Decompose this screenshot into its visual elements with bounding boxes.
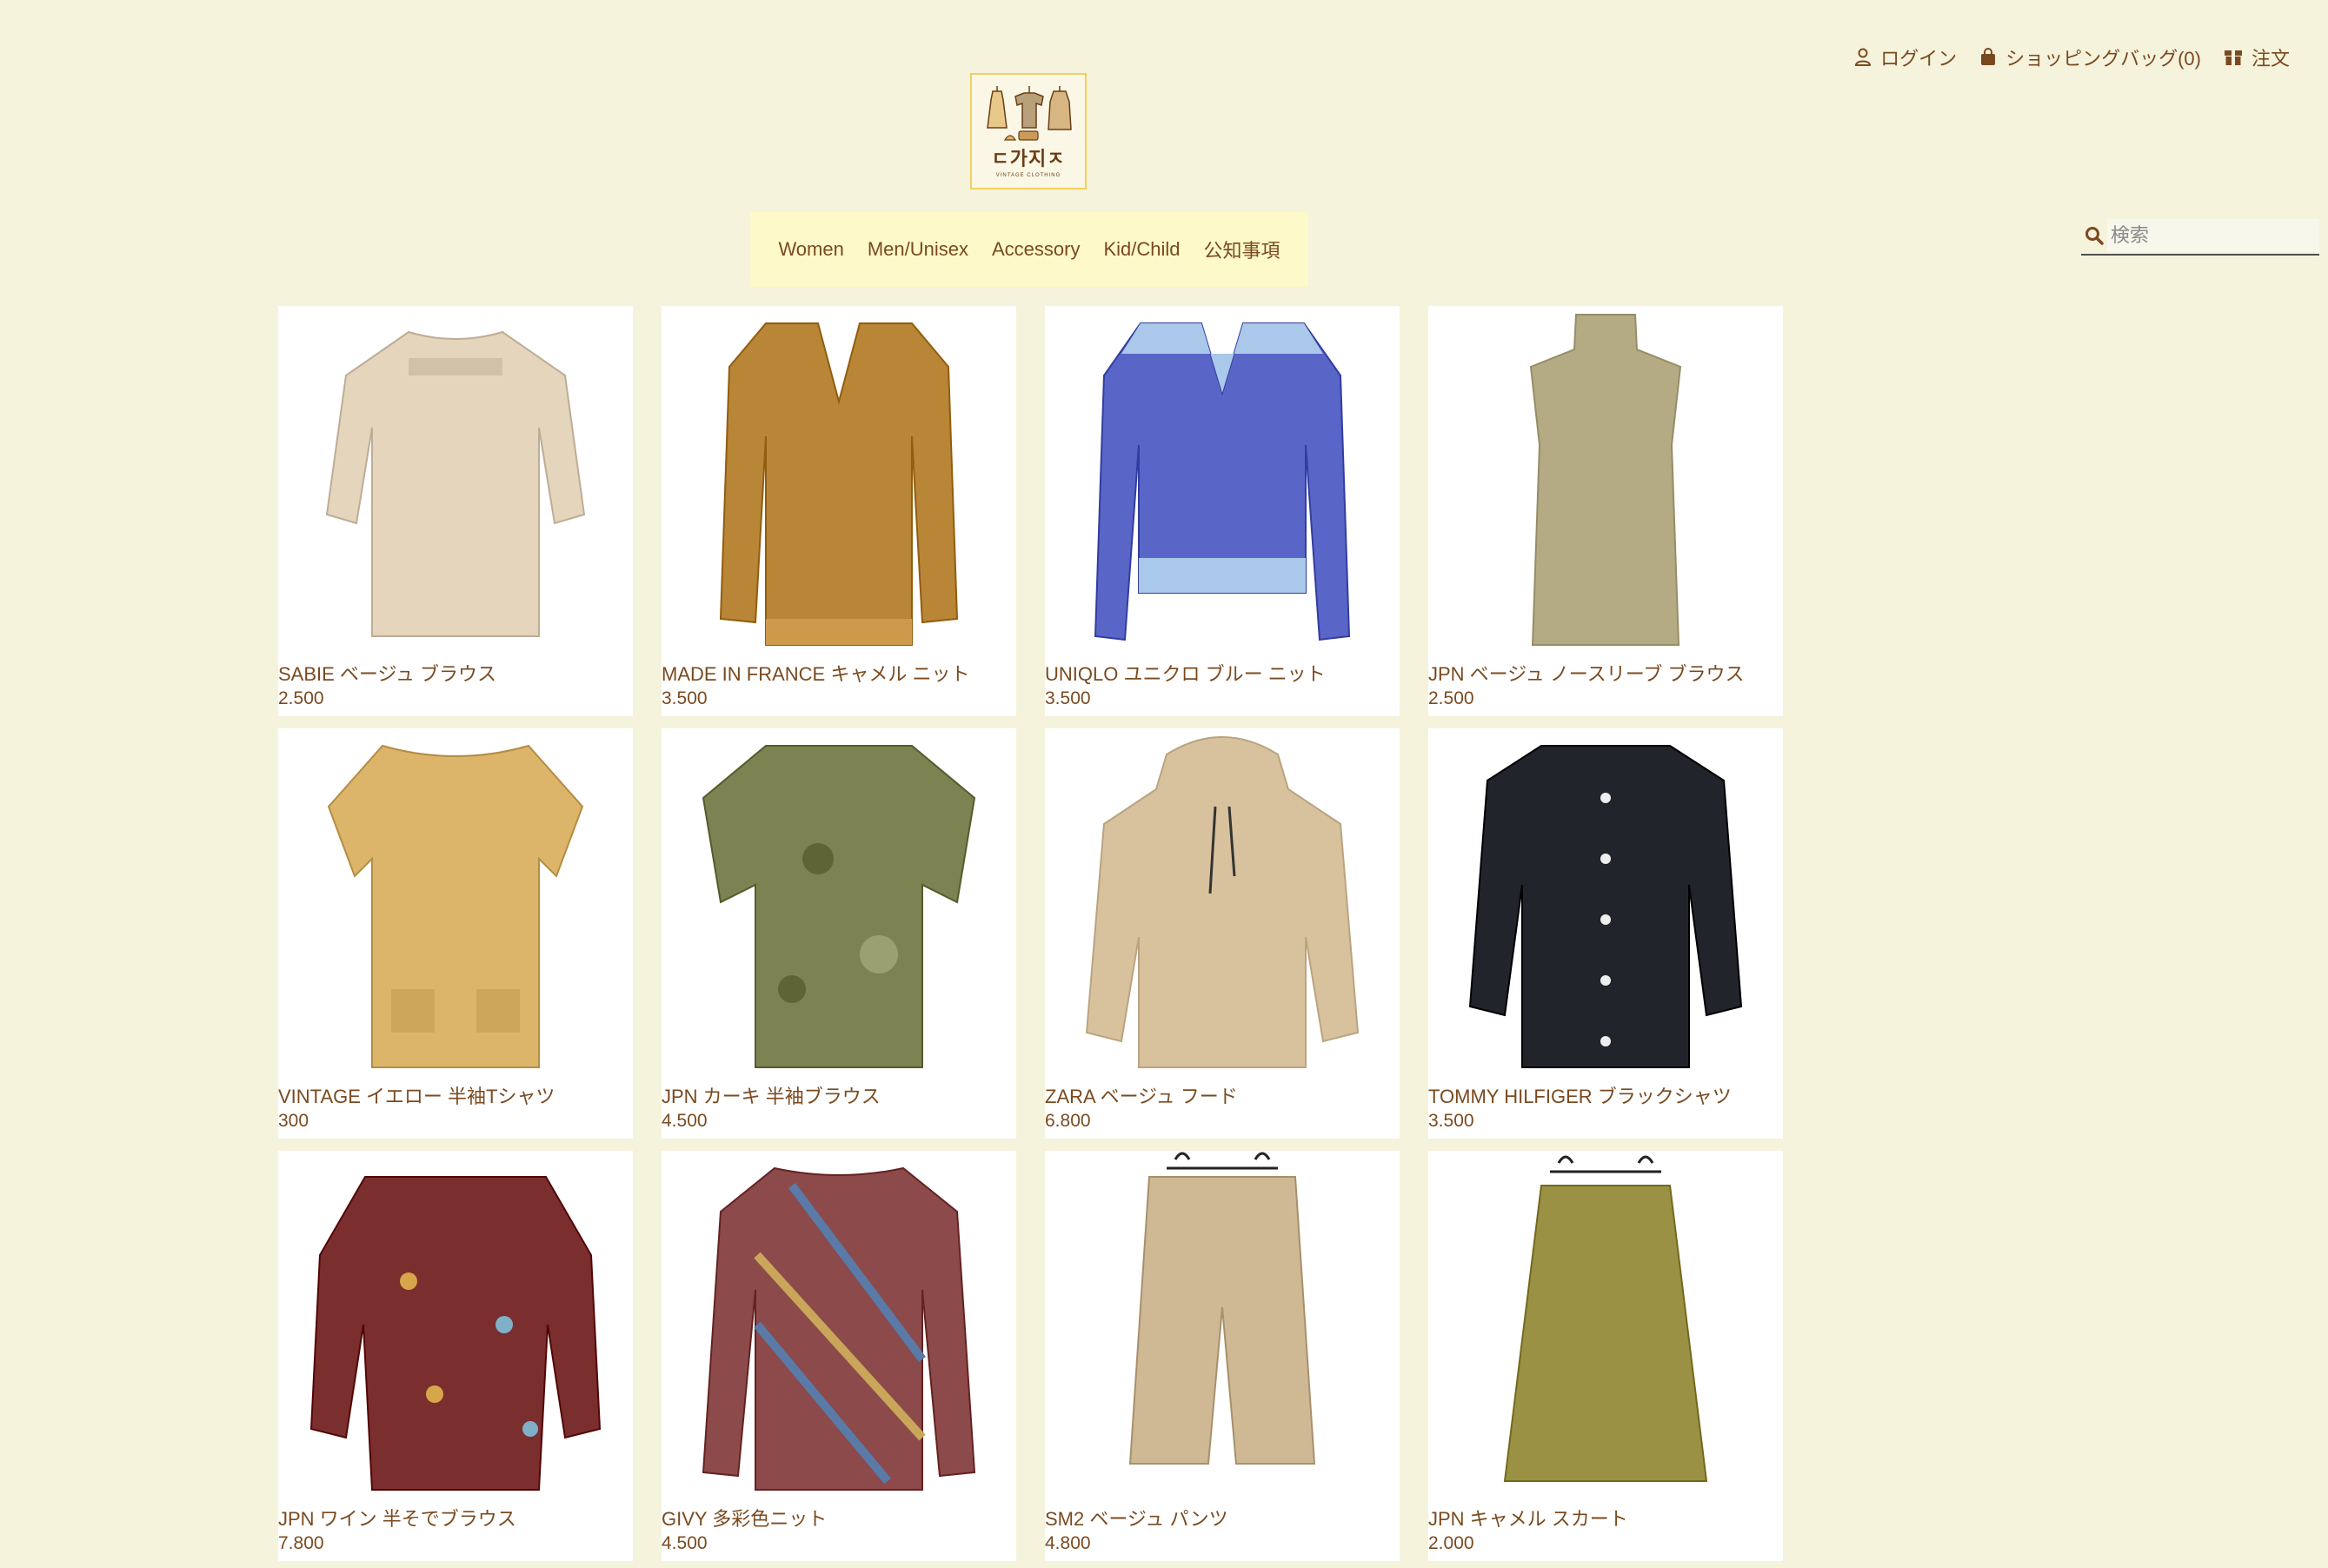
search-input[interactable]	[2107, 219, 2319, 252]
product-image[interactable]	[1428, 728, 1783, 1076]
product-card[interactable]: JPN キャメル スカート 2.000	[1428, 1151, 1783, 1561]
product-title[interactable]: VINTAGE イエロー 半袖Tシャツ	[278, 1081, 555, 1109]
product-title[interactable]: JPN ベージュ ノースリーブ ブラウス	[1428, 659, 1745, 687]
clothing-rack-icon	[987, 86, 1072, 141]
longsleeve-stripe-image	[702, 1166, 976, 1491]
product-card[interactable]: JPN ワイン 半そでブラウス 7.800	[278, 1151, 633, 1561]
product-image[interactable]	[1045, 306, 1400, 654]
nav-item-women[interactable]: Women	[778, 238, 843, 261]
product-price: 2.000	[1428, 1533, 1474, 1553]
product-card[interactable]: UNIQLO ユニクロ ブルー ニット 3.500	[1045, 306, 1400, 716]
product-price: 300	[278, 1111, 309, 1131]
product-title[interactable]: TOMMY HILFIGER ブラックシャツ	[1428, 1081, 1732, 1109]
orders-link[interactable]: 注文	[2224, 43, 2290, 71]
tshirt-image	[327, 744, 584, 1068]
product-card[interactable]: MADE IN FRANCE キャメル ニット 3.500	[662, 306, 1016, 716]
product-image[interactable]	[278, 728, 633, 1076]
main-nav: Women Men/Unisex Accessory Kid/Child 公知事…	[750, 212, 1308, 287]
product-image[interactable]	[662, 1151, 1016, 1498]
shorts-image	[1128, 1152, 1316, 1465]
sleeveless-image	[1529, 314, 1682, 646]
logo-subtitle: VINTAGE CLOTHING	[995, 173, 1061, 178]
nav-item-accessory[interactable]: Accessory	[992, 238, 1080, 261]
product-card[interactable]: JPN カーキ 半袖ブラウス 4.500	[662, 728, 1016, 1139]
product-image[interactable]	[1428, 306, 1783, 654]
product-price: 4.500	[662, 1111, 708, 1131]
product-card[interactable]: VINTAGE イエロー 半袖Tシャツ 300	[278, 728, 633, 1139]
product-title[interactable]: GIVY 多彩色ニット	[662, 1504, 827, 1531]
product-image[interactable]	[278, 306, 633, 654]
product-card[interactable]: SABIE ベージュ ブラウス 2.500	[278, 306, 633, 716]
product-title[interactable]: SM2 ベージュ パンツ	[1045, 1504, 1228, 1531]
nav-item-notices[interactable]: 公知事項	[1204, 236, 1280, 263]
product-title[interactable]: JPN ワイン 半そでブラウス	[278, 1504, 516, 1531]
shopping-bag-link[interactable]: ショッピングバッグ(0)	[1979, 43, 2201, 71]
product-price: 7.800	[278, 1533, 324, 1553]
product-price: 6.800	[1045, 1111, 1091, 1131]
product-image[interactable]	[1428, 1151, 1783, 1498]
product-title[interactable]: JPN キャメル スカート	[1428, 1504, 1628, 1531]
product-price: 3.500	[662, 688, 708, 708]
shopping-bag-icon	[1979, 48, 1997, 67]
product-title[interactable]: UNIQLO ユニクロ ブルー ニット	[1045, 659, 1326, 687]
product-price: 3.500	[1045, 688, 1091, 708]
product-image[interactable]	[1045, 728, 1400, 1076]
product-image[interactable]	[662, 306, 1016, 654]
vneck-knit-blue-image	[1094, 322, 1351, 641]
shopping-bag-label: ショッピングバッグ(0)	[2005, 48, 2201, 70]
product-card[interactable]: JPN ベージュ ノースリーブ ブラウス 2.500	[1428, 306, 1783, 716]
login-label: ログイン	[1880, 48, 1958, 70]
product-card[interactable]: GIVY 多彩色ニット 4.500	[662, 1151, 1016, 1561]
product-price: 4.800	[1045, 1533, 1091, 1553]
skirt-image	[1503, 1155, 1708, 1482]
shirt-short-image	[702, 745, 976, 1068]
product-image[interactable]	[662, 728, 1016, 1076]
product-price: 3.500	[1428, 1111, 1474, 1131]
search-bar	[2081, 217, 2319, 256]
product-card[interactable]: SM2 ベージュ パンツ 4.800	[1045, 1151, 1400, 1561]
blouse-ruffle-image	[309, 1176, 602, 1491]
product-title[interactable]: SABIE ベージュ ブラウス	[278, 659, 496, 687]
product-title[interactable]: JPN カーキ 半袖ブラウス	[662, 1081, 881, 1109]
product-title[interactable]: ZARA ベージュ フード	[1045, 1081, 1238, 1109]
product-title[interactable]: MADE IN FRANCE キャメル ニット	[662, 659, 969, 687]
vneck-knit-image	[719, 322, 959, 646]
product-price: 4.500	[662, 1533, 708, 1553]
product-card[interactable]: ZARA ベージュ フード 6.800	[1045, 728, 1400, 1139]
blouse-floral-image	[325, 330, 586, 637]
product-card[interactable]: TOMMY HILFIGER ブラックシャツ 3.500	[1428, 728, 1783, 1139]
site-logo[interactable]: ㄷ가지ㅈ VINTAGE CLOTHING	[970, 73, 1087, 189]
orders-label: 注文	[2251, 48, 2290, 70]
utility-links: ログイン ショッピングバッグ(0) 注文	[1854, 43, 2290, 71]
user-icon	[1854, 48, 1872, 67]
product-grid: SABIE ベージュ ブラウス 2.500 MADE IN FRANCE キャメ…	[278, 306, 1783, 1561]
shirt-black-image	[1468, 745, 1743, 1068]
login-link[interactable]: ログイン	[1854, 43, 1957, 71]
search-icon[interactable]	[2081, 226, 2107, 245]
hoodie-image	[1085, 736, 1360, 1068]
box-icon	[2224, 49, 2243, 66]
nav-item-kid-child[interactable]: Kid/Child	[1103, 238, 1180, 261]
logo-brand-text: ㄷ가지ㅈ	[991, 149, 1066, 170]
product-price: 2.500	[1428, 688, 1474, 708]
nav-item-men-unisex[interactable]: Men/Unisex	[868, 238, 968, 261]
product-image[interactable]	[1045, 1151, 1400, 1498]
product-image[interactable]	[278, 1151, 633, 1498]
product-price: 2.500	[278, 688, 324, 708]
